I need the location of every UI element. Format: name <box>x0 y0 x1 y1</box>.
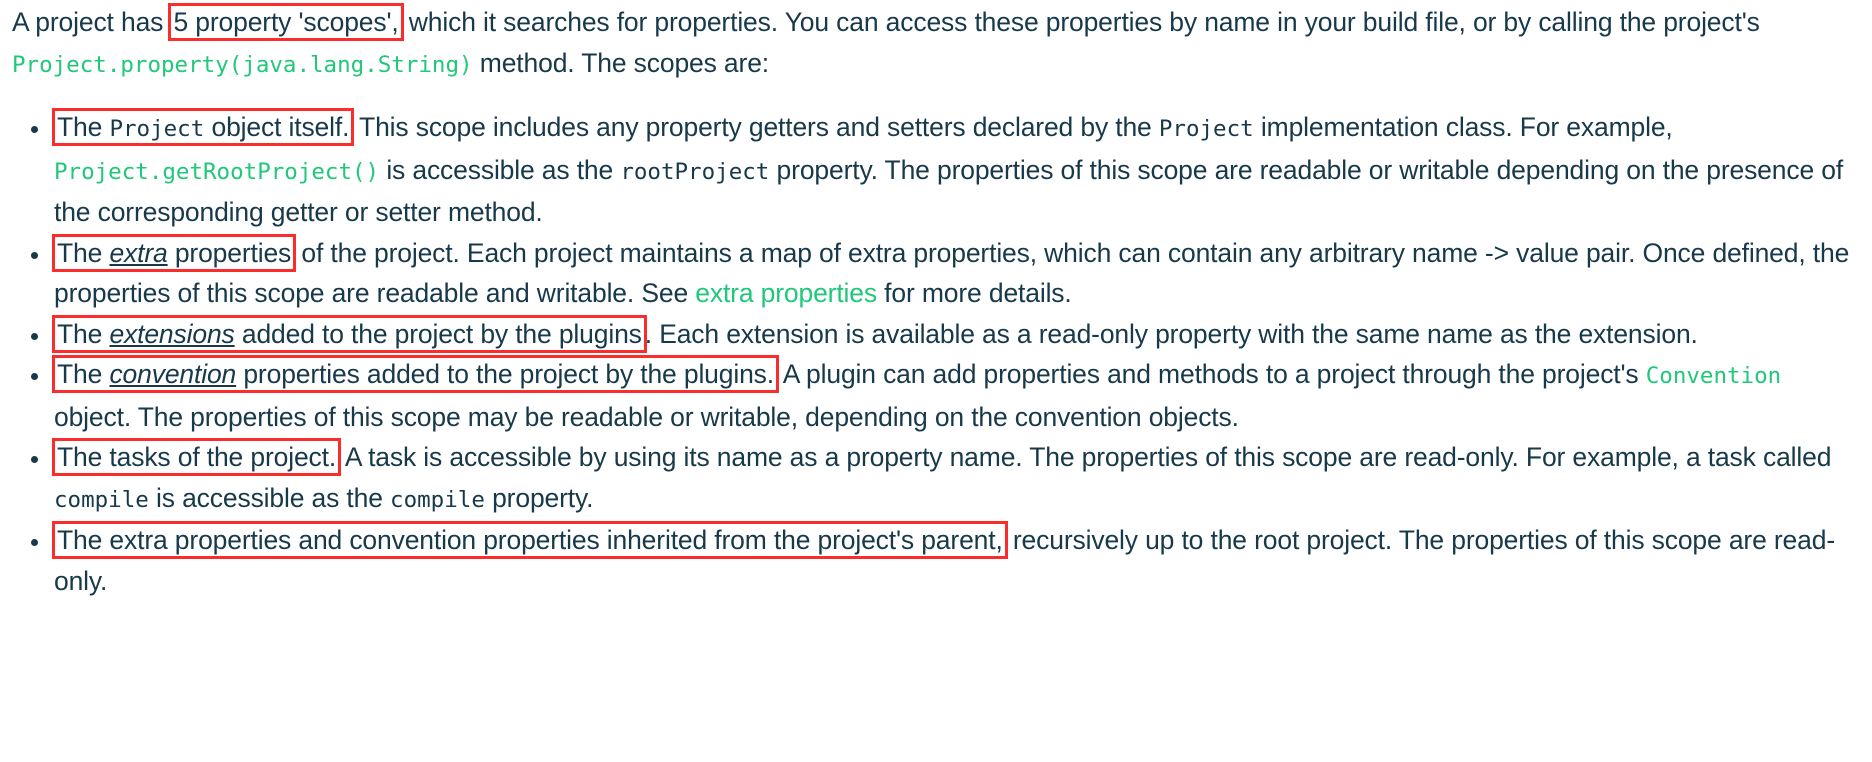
property-scopes-list: The Project object itself. This scope in… <box>8 107 1864 601</box>
intro-paragraph: A project has 5 property 'scopes', which… <box>8 2 1864 85</box>
b2-highlight-pre: The <box>57 237 110 268</box>
code-project-property: Project.property(java.lang.String) <box>12 51 473 78</box>
documentation-page: A project has 5 property 'scopes', which… <box>0 0 1872 601</box>
list-item: The convention properties added to the p… <box>8 354 1864 437</box>
b5-body-1: A task is accessible by using its name a… <box>339 442 1832 472</box>
annotation-box-convention-properties: The convention properties added to the p… <box>55 358 776 390</box>
code-get-root-project: Project.getRootProject() <box>54 158 380 185</box>
bullet-text-extensions: The extensions added to the project by t… <box>54 319 1698 349</box>
b4-body-2: object. The properties of this scope may… <box>54 401 1239 432</box>
annotation-box-project-object: The Project object itself. <box>55 111 351 143</box>
code-project-class: Project <box>1158 116 1254 142</box>
b3-body-1: . Each extension is available as a read-… <box>644 318 1698 349</box>
b1-body-1: This scope includes any property getters… <box>352 112 1159 142</box>
b6-highlight-post: The extra properties and convention prop… <box>57 525 1003 555</box>
bullet-text-tasks: The tasks of the project. A task is acce… <box>54 442 1831 513</box>
code-project-inline: Project <box>109 116 205 142</box>
intro-highlight-text: 5 property 'scopes', <box>173 7 399 37</box>
link-extra-properties[interactable]: extra properties <box>695 278 877 308</box>
bullet-text-inherited: The extra properties and convention prop… <box>54 525 1835 596</box>
list-item: The extra properties and convention prop… <box>8 520 1864 601</box>
b5-body-2: is accessible as the <box>148 482 391 513</box>
list-item: The extensions added to the project by t… <box>8 314 1864 355</box>
b3-highlight-pre: The <box>57 318 110 349</box>
b5-body-3: property. <box>484 482 594 513</box>
b5-highlight-post: The tasks of the project. <box>57 442 337 472</box>
bullet-text-extra-properties: The extra properties of the project. Eac… <box>54 238 1849 309</box>
annotation-box-tasks: The tasks of the project. <box>55 441 338 473</box>
b4-highlight-post: properties added to the project by the p… <box>236 359 774 389</box>
b4-highlight-pre: The <box>57 359 110 389</box>
list-item: The extra properties of the project. Eac… <box>8 233 1864 314</box>
emphasis-convention: convention <box>109 359 237 389</box>
code-root-project: rootProject <box>620 158 770 185</box>
intro-text-part2: which it searches for properties. You ca… <box>401 7 1760 37</box>
intro-text-part1: A project has <box>12 7 171 37</box>
b2-body-2: for more details. <box>876 278 1072 308</box>
b3-highlight-post: added to the project by the plugins <box>234 318 642 349</box>
list-item: The Project object itself. This scope in… <box>8 107 1864 233</box>
b4-body-1: A plugin can add properties and methods … <box>777 359 1646 389</box>
code-compile-2: compile <box>390 486 485 513</box>
list-item: The tasks of the project. A task is acce… <box>8 437 1864 520</box>
emphasis-extra: extra <box>109 237 168 268</box>
emphasis-extensions: extensions <box>109 318 235 349</box>
code-compile-1: compile <box>54 486 149 513</box>
b1-highlight-post: object itself. <box>204 112 350 142</box>
code-convention: Convention <box>1645 363 1782 389</box>
b2-highlight-post: properties <box>167 237 292 268</box>
annotation-box-extra-properties: The extra properties <box>55 237 293 269</box>
annotation-box-inherited: The extra properties and convention prop… <box>55 524 1005 556</box>
annotation-box-scopes: 5 property 'scopes', <box>171 6 400 38</box>
bullet-text-convention-properties: The convention properties added to the p… <box>54 359 1781 432</box>
b1-highlight-pre: The <box>57 112 110 142</box>
annotation-box-extensions: The extensions added to the project by t… <box>55 318 644 350</box>
bullet-text-project-object: The Project object itself. This scope in… <box>54 112 1843 227</box>
b1-body-2: implementation class. For example, <box>1253 112 1673 142</box>
intro-text-part3: method. The scopes are: <box>472 47 769 78</box>
b1-body-3: is accessible as the <box>379 154 621 185</box>
